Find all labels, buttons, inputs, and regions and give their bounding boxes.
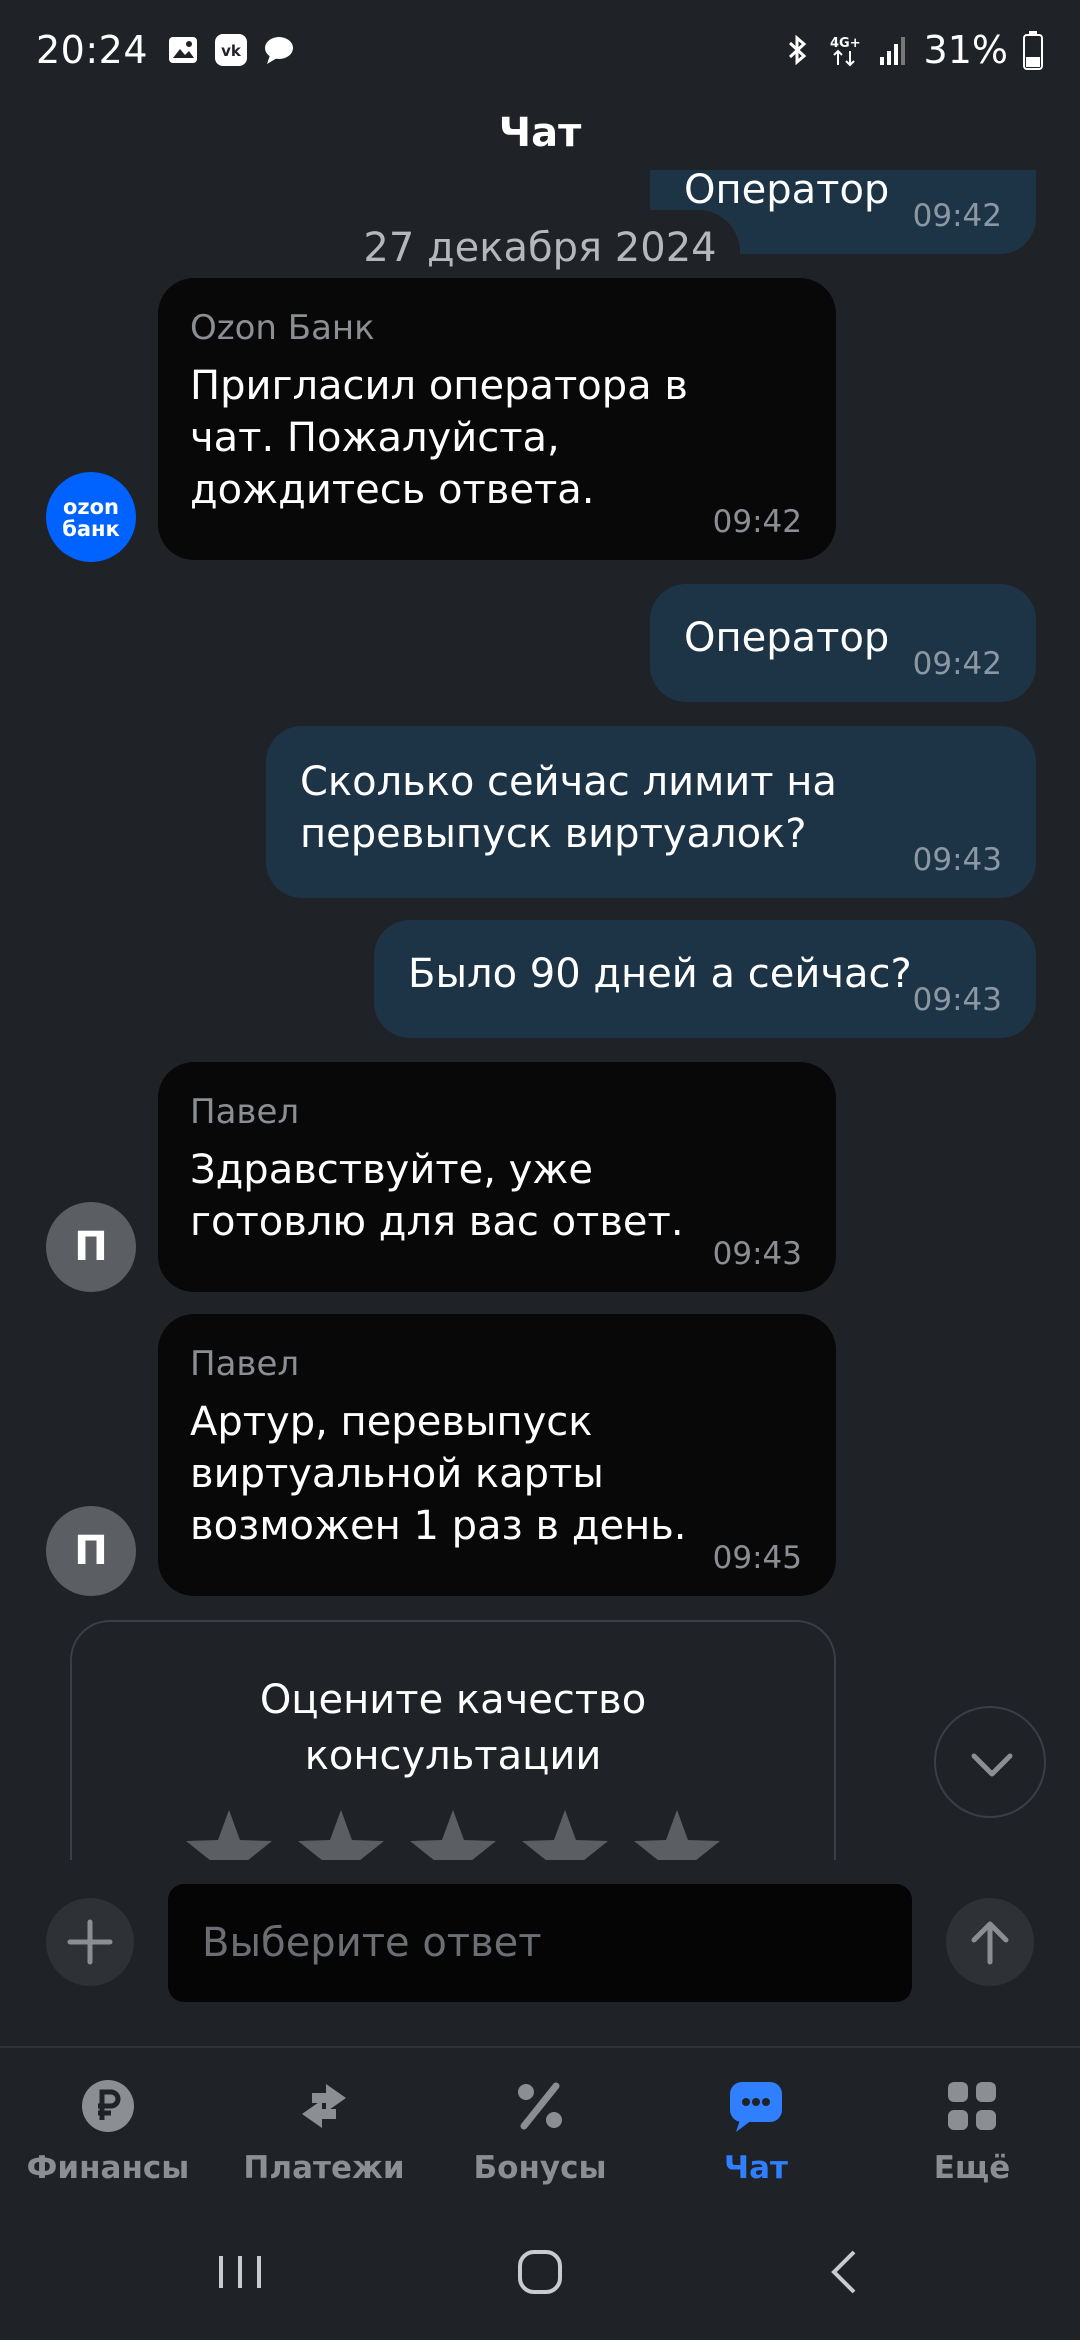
battery-percent: 31% — [923, 28, 1008, 72]
operator-avatar: П — [46, 1506, 136, 1596]
chat-area[interactable]: Оператор 09:42 27 декабря 2024 ozon банк… — [0, 170, 1080, 1860]
operator-avatar: П — [46, 1202, 136, 1292]
message-line: Артур, перевыпуск — [190, 1399, 593, 1445]
page-title: Чат — [498, 110, 582, 156]
nav-label: Платежи — [243, 2150, 405, 2186]
back-icon[interactable] — [810, 2242, 880, 2302]
nav-label: Ещё — [933, 2150, 1011, 2186]
percent-icon — [518, 2082, 562, 2130]
reply-input[interactable] — [168, 1884, 912, 2002]
message-line: Сколько сейчас лимит на — [300, 759, 837, 805]
message-line: готовлю для вас ответ. — [190, 1199, 684, 1245]
svg-text:vk: vk — [221, 42, 242, 60]
message-time: 09:43 — [712, 1236, 802, 1272]
star-icon[interactable] — [184, 1808, 274, 1860]
battery-icon — [1023, 31, 1043, 70]
bluetooth-icon — [788, 34, 806, 66]
message-line: виртуальной карты — [190, 1451, 604, 1497]
star-icon[interactable] — [296, 1808, 386, 1860]
transfer-arrows-icon — [302, 2084, 346, 2128]
message-bubble-outgoing[interactable]: Было 90 дней а сейчас? 09:43 — [374, 920, 1036, 1038]
bottom-navigation: Финансы Платежи Бонусы Чат Ещё — [0, 2046, 1080, 2206]
message-line: перевыпуск виртуалок? — [300, 811, 807, 857]
rating-stars — [184, 1808, 722, 1860]
message-time: 09:42 — [912, 646, 1002, 682]
system-status-icons: 4G+ 31% — [780, 28, 1044, 72]
message-text: Пригласил оператора в чат. Пожалуйста, д… — [190, 360, 688, 516]
message-time: 09:42 — [912, 198, 1002, 234]
vk-icon: vk — [215, 34, 248, 66]
arrow-up-icon — [971, 1921, 1009, 1965]
nav-item-payments[interactable]: Платежи — [216, 2048, 432, 2206]
message-icon — [265, 37, 294, 64]
message-text: Оператор — [684, 615, 890, 661]
avatar-logo-line: банк — [62, 517, 120, 541]
star-icon[interactable] — [520, 1808, 610, 1860]
chevron-down-icon — [971, 1753, 1013, 1777]
message-sender: Павел — [190, 1344, 300, 1384]
star-icon[interactable] — [632, 1808, 722, 1860]
send-button[interactable] — [946, 1898, 1034, 1986]
rating-title: Оцените качество консультации — [259, 1677, 647, 1779]
status-time: 20:24 — [36, 28, 149, 72]
recent-apps-icon[interactable] — [205, 2242, 275, 2302]
nav-item-finances[interactable]: Финансы — [0, 2048, 216, 2206]
star-icon[interactable] — [408, 1808, 498, 1860]
nav-label: Финансы — [26, 2150, 190, 2186]
nav-item-more[interactable]: Ещё — [864, 2048, 1080, 2206]
message-time: 09:43 — [912, 842, 1002, 878]
message-sender: Ozon Банк — [190, 308, 375, 348]
message-bubble-outgoing[interactable]: Оператор 09:42 — [650, 584, 1036, 702]
message-line: возможен 1 раз в день. — [190, 1503, 687, 1549]
message-bubble-incoming[interactable]: Павел Артур, перевыпуск виртуальной карт… — [158, 1314, 836, 1596]
ruble-icon — [82, 2080, 134, 2132]
message-text: Артур, перевыпуск виртуальной карты возм… — [190, 1396, 687, 1552]
system-navigation-bar — [0, 2206, 1080, 2340]
message-bubble-outgoing[interactable]: Сколько сейчас лимит на перевыпуск вирту… — [266, 726, 1036, 898]
ozon-bank-avatar: ozon банк — [46, 472, 136, 562]
4g-icon: 4G+ — [830, 36, 861, 67]
attach-button[interactable] — [46, 1898, 134, 1986]
message-time: 09:45 — [712, 1540, 802, 1576]
message-line: дождитесь ответа. — [190, 467, 595, 513]
notification-icons: vk — [166, 33, 296, 67]
message-line: Пригласил оператора в — [190, 363, 688, 409]
message-text: Оператор — [684, 170, 890, 213]
message-bubble-incoming[interactable]: Ozon Банк Пригласил оператора в чат. Пож… — [158, 278, 836, 560]
message-line: чат. Пожалуйста, — [190, 415, 560, 461]
message-text: Было 90 дней а сейчас? — [408, 951, 912, 997]
message-sender: Павел — [190, 1092, 300, 1132]
nav-label: Чат — [724, 2150, 788, 2186]
gallery-icon — [169, 37, 198, 63]
message-line: Здравствуйте, уже — [190, 1147, 593, 1193]
chat-header: Чат — [0, 100, 1080, 166]
nav-item-bonuses[interactable]: Бонусы — [432, 2048, 648, 2206]
chat-icon — [730, 2082, 782, 2132]
nav-label: Бонусы — [473, 2150, 607, 2186]
composer — [0, 1860, 1080, 2010]
message-text: Здравствуйте, уже готовлю для вас ответ. — [190, 1144, 684, 1248]
grid-icon — [948, 2082, 996, 2130]
scroll-down-button[interactable] — [934, 1706, 1046, 1818]
message-time: 09:42 — [712, 504, 802, 540]
signal-icon — [879, 37, 905, 65]
svg-text:4G+: 4G+ — [830, 36, 861, 51]
status-bar: 20:24 vk 4G+ 31% — [0, 0, 1080, 100]
home-icon[interactable] — [505, 2242, 575, 2302]
plus-icon — [67, 1919, 113, 1965]
message-text: Сколько сейчас лимит на перевыпуск вирту… — [300, 756, 837, 860]
nav-item-chat[interactable]: Чат — [648, 2048, 864, 2206]
message-bubble-incoming[interactable]: Павел Здравствуйте, уже готовлю для вас … — [158, 1062, 836, 1292]
rating-card: Оцените качество консультации — [70, 1620, 836, 1860]
message-time: 09:43 — [912, 982, 1002, 1018]
avatar-logo-line: ozon — [62, 495, 120, 519]
